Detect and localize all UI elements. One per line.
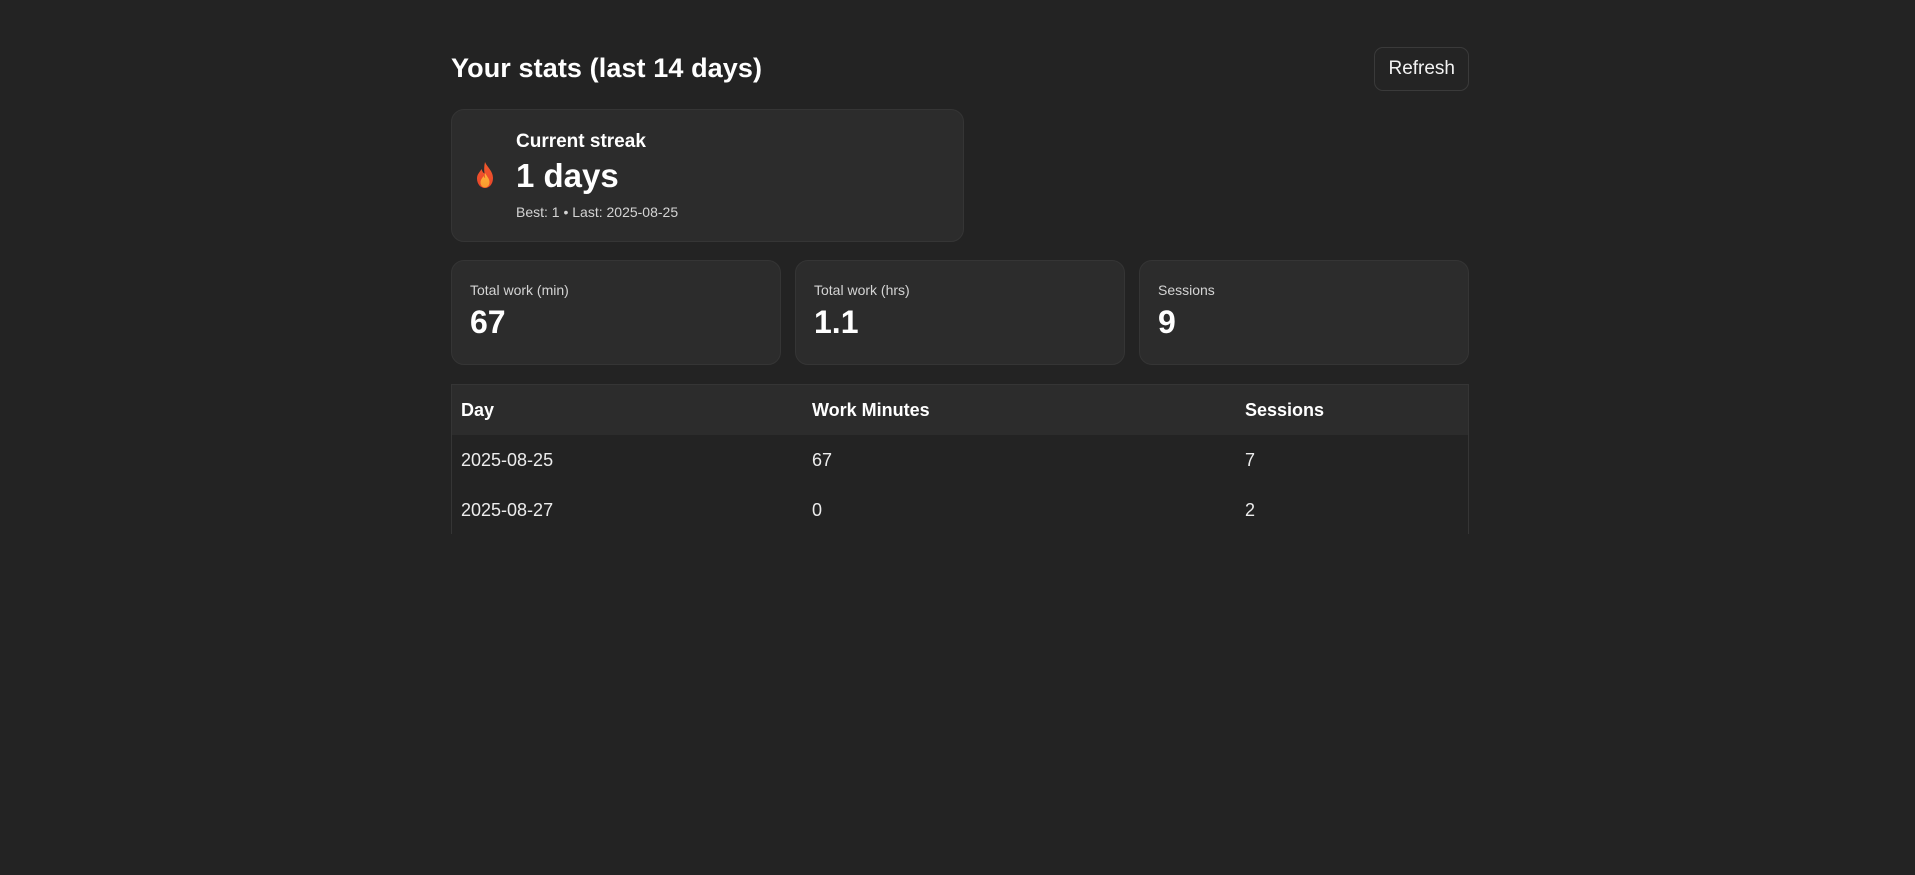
cell-work-minutes: 67 bbox=[803, 435, 1236, 485]
daily-stats-table: Day Work Minutes Sessions 2025-08-25 67 … bbox=[452, 385, 1468, 534]
cell-work-minutes: 0 bbox=[803, 485, 1236, 534]
table-row: 2025-08-25 67 7 bbox=[452, 435, 1468, 485]
cell-day: 2025-08-27 bbox=[452, 485, 803, 534]
page-header: Your stats (last 14 days) Refresh bbox=[451, 45, 1469, 92]
stat-cards: Total work (min) 67 Total work (hrs) 1.1… bbox=[451, 260, 1469, 365]
stat-value: 9 bbox=[1158, 304, 1176, 340]
stat-card-total-minutes: Total work (min) 67 bbox=[451, 260, 781, 365]
column-header-day: Day bbox=[452, 385, 803, 435]
streak-card: Current streak 1 days Best: 1 • Last: 20… bbox=[451, 109, 964, 242]
refresh-button[interactable]: Refresh bbox=[1374, 46, 1469, 91]
stat-value: 67 bbox=[470, 304, 506, 340]
stats-page: Your stats (last 14 days) Refresh Curren… bbox=[451, 45, 1469, 534]
streak-meta: Best: 1 • Last: 2025-08-25 bbox=[516, 203, 679, 220]
table-header-row: Day Work Minutes Sessions bbox=[452, 385, 1468, 435]
stat-label: Total work (hrs) bbox=[814, 282, 910, 298]
stat-label: Total work (min) bbox=[470, 282, 569, 298]
streak-title: Current streak bbox=[516, 131, 646, 153]
daily-table-container[interactable]: Day Work Minutes Sessions 2025-08-25 67 … bbox=[451, 384, 1469, 534]
streak-body: Current streak 1 days Best: 1 • Last: 20… bbox=[516, 131, 678, 219]
streak-value: 1 days bbox=[516, 157, 619, 195]
page-title: Your stats (last 14 days) bbox=[451, 53, 763, 83]
cell-sessions: 7 bbox=[1236, 435, 1468, 485]
cell-day: 2025-08-25 bbox=[452, 435, 803, 485]
stat-card-total-hours: Total work (hrs) 1.1 bbox=[795, 260, 1125, 365]
table-row: 2025-08-27 0 2 bbox=[452, 485, 1468, 534]
stat-label: Sessions bbox=[1158, 282, 1215, 298]
stat-card-sessions: Sessions 9 bbox=[1139, 260, 1469, 365]
cell-sessions: 2 bbox=[1236, 485, 1468, 534]
column-header-sessions: Sessions bbox=[1236, 385, 1468, 435]
flame-icon bbox=[477, 161, 493, 188]
stat-value: 1.1 bbox=[814, 304, 859, 340]
column-header-work-minutes: Work Minutes bbox=[803, 385, 1236, 435]
